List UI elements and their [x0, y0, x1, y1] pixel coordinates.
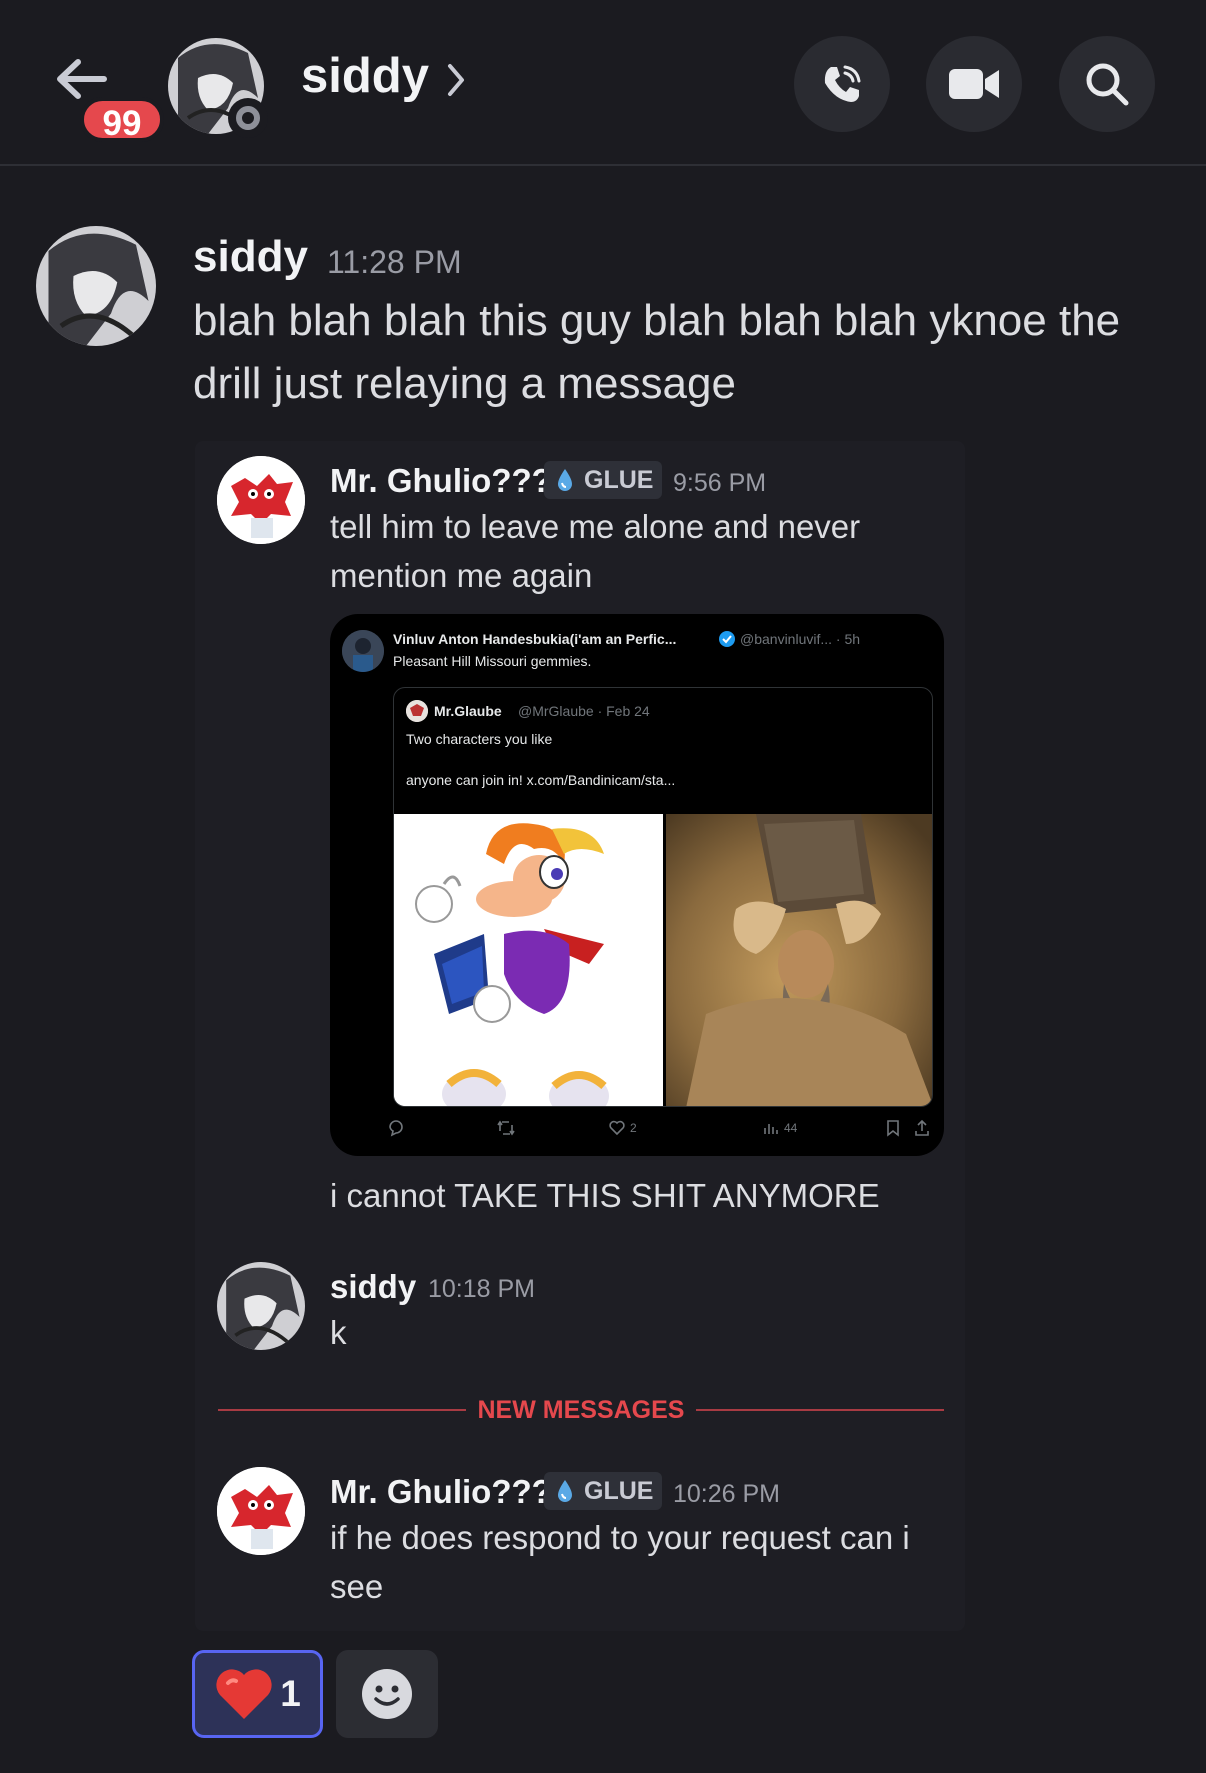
message-text: k	[330, 1314, 347, 1351]
cartoon-character-image	[394, 814, 663, 1106]
bookmark-icon	[885, 1119, 905, 1137]
like-count: 2	[630, 1121, 637, 1135]
reaction-count: 1	[280, 1673, 301, 1714]
smiley-icon	[362, 1669, 412, 1719]
video-call-button[interactable]	[926, 36, 1022, 132]
avatar[interactable]	[217, 456, 305, 544]
share-icon	[914, 1119, 934, 1137]
tweet-author: Vinluv Anton Handesbukia(i'am an Perfic.…	[393, 631, 677, 647]
siddy-avatar-image	[217, 1262, 305, 1350]
heart-outline-icon	[609, 1120, 625, 1136]
phone-icon	[824, 65, 861, 102]
unread-badge: 99	[80, 97, 164, 143]
message-timestamp: 11:28 PM	[327, 244, 462, 280]
views-stat: 44	[762, 1119, 797, 1137]
siddy-avatar-image	[36, 226, 156, 346]
server-tag[interactable]: GLUE	[544, 1472, 663, 1510]
channel-title[interactable]: siddy	[301, 48, 429, 104]
message-text: see	[330, 1568, 384, 1605]
message-text: i cannot TAKE THIS SHIT ANYMORE	[330, 1177, 880, 1214]
avatar[interactable]	[36, 226, 156, 346]
tweet-avatar	[342, 630, 384, 672]
quoted-tweet-author: Mr.Glaube	[434, 703, 502, 719]
quoted-tweet-handle: @MrGlaube · Feb 24	[518, 703, 650, 719]
avatar[interactable]	[217, 1262, 305, 1350]
quoted-tweet-text: Two characters you like	[406, 731, 553, 747]
search-icon	[1086, 63, 1129, 106]
status-indicator	[228, 98, 268, 138]
quoted-tweet: Mr.Glaube @MrGlaube · Feb 24 Two charact…	[393, 687, 933, 1107]
reply-icon	[387, 1119, 409, 1137]
heart-reaction[interactable]: 1	[192, 1650, 323, 1738]
message-text: mention me again	[330, 557, 593, 594]
message-text: if he does respond to your request can i	[330, 1519, 910, 1556]
avatar[interactable]	[217, 1467, 305, 1555]
message-timestamp: 10:18 PM	[428, 1275, 536, 1303]
tweet-text: Pleasant Hill Missouri gemmies.	[393, 653, 592, 669]
message-author[interactable]: siddy	[193, 232, 308, 282]
voice-call-button[interactable]	[794, 36, 890, 132]
painting-image	[666, 814, 932, 1106]
video-camera-icon	[949, 69, 999, 99]
bar-chart-icon	[764, 1124, 778, 1134]
tweet-handle: @banvinluvif... · 5h	[740, 631, 861, 647]
new-messages-divider-line	[218, 1409, 466, 1411]
heart-icon	[216, 1669, 272, 1719]
new-messages-divider: NEW MESSAGES	[477, 1396, 685, 1424]
message-text: tell him to leave me alone and never	[330, 508, 861, 545]
add-reaction-button[interactable]	[336, 1650, 438, 1738]
message-text: blah blah blah this guy blah blah blah y…	[193, 296, 1121, 345]
tweet-actions: 2 44	[330, 1119, 944, 1149]
search-button[interactable]	[1059, 36, 1155, 132]
message-author[interactable]: siddy	[330, 1268, 416, 1306]
chevron-right-icon[interactable]	[444, 60, 468, 105]
new-messages-divider-line	[696, 1409, 944, 1411]
image-attachment[interactable]: Vinluv Anton Handesbukia(i'am an Perfic.…	[330, 614, 944, 1156]
server-tag[interactable]: GLUE	[544, 461, 663, 499]
repost-icon	[496, 1119, 520, 1137]
quoted-tweet-avatar	[406, 700, 428, 722]
view-count: 44	[784, 1121, 798, 1135]
red-cat-avatar-image	[217, 456, 305, 544]
like-stat: 2	[608, 1119, 637, 1137]
channel-header: 99 siddy	[0, 0, 1206, 166]
quoted-tweet-text: anyone can join in! x.com/Bandinicam/sta…	[406, 772, 676, 788]
message-author[interactable]: Mr. Ghulio???	[330, 1473, 552, 1511]
message-author[interactable]: Mr. Ghulio???	[330, 462, 552, 500]
verified-badge-icon	[719, 631, 735, 647]
glue-drop-icon	[558, 469, 572, 491]
red-cat-avatar-image	[217, 1467, 305, 1555]
message-text: drill just relaying a message	[193, 359, 736, 408]
server-tag-label: GLUE	[584, 1476, 654, 1505]
message-timestamp: 10:26 PM	[673, 1480, 781, 1508]
server-tag-label: GLUE	[584, 465, 654, 494]
message-timestamp: 9:56 PM	[673, 469, 767, 497]
glue-drop-icon	[558, 1480, 572, 1502]
